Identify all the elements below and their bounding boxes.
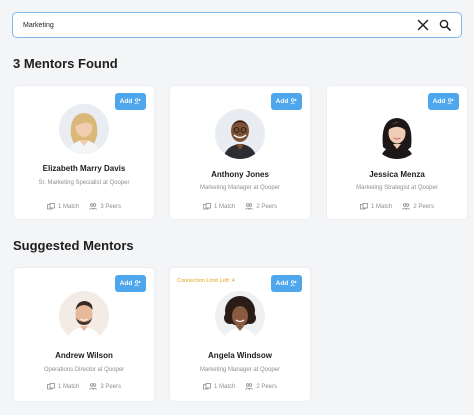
mentor-stats: 1 Match 3 Peers [14,383,154,390]
mentor-stats: 1 Match 2 Peers [170,203,310,210]
add-button-label: Add [119,98,133,105]
match-count: 1 Match [360,203,392,210]
peers-icon [89,203,98,210]
avatar [59,291,109,341]
add-user-icon [134,280,141,287]
mentor-role: Marketing Manager at Qooper [199,185,281,191]
match-label: 1 Match [213,383,236,390]
mentor-stats: 1 Match 2 Peers [327,203,467,210]
add-mentor-button[interactable]: Add [271,275,302,292]
match-icon [47,203,55,210]
avatar [215,291,265,341]
match-icon [203,383,211,390]
avatar [59,104,109,154]
match-icon [203,203,211,210]
avatar [215,109,265,159]
peers-icon [89,383,98,390]
add-user-icon [290,98,297,105]
search-button[interactable] [437,17,453,33]
peers-label: 3 Peers [100,203,122,210]
mentor-role: Operations Director at Qooper [43,367,125,373]
match-count: 1 Match [47,383,79,390]
peers-count: 2 Peers [245,203,277,210]
match-count: 1 Match [47,203,79,210]
mentor-card[interactable]: Add Jessica Menza Marketing Strategist a… [327,86,467,219]
peers-label: 2 Peers [256,383,278,390]
mentor-role: Marketing Manager at Qooper [199,367,281,373]
add-button-label: Add [275,280,289,287]
mentor-role: Sr. Marketing Specialist at Qooper [38,180,130,186]
add-user-icon [290,280,297,287]
mentor-role: Marketing Strategist at Qooper [356,185,438,191]
match-count: 1 Match [203,383,235,390]
peers-label: 2 Peers [413,203,435,210]
match-label: 1 Match [370,203,393,210]
add-mentor-button[interactable]: Add [115,275,146,292]
peers-icon [245,383,254,390]
mentor-name: Elizabeth Marry Davis [42,164,126,173]
peers-count: 3 Peers [89,203,121,210]
add-button-label: Add [119,280,133,287]
add-mentor-button[interactable]: Add [271,93,302,110]
peers-label: 3 Peers [100,383,122,390]
peers-count: 2 Peers [245,383,277,390]
search-input[interactable]: Marketing [21,22,409,29]
mentor-card[interactable]: Add Anthony Jones Marketing Manager at Q… [170,86,310,219]
add-button-label: Add [432,98,446,105]
close-icon [417,19,429,31]
mentor-stats: 1 Match 2 Peers [170,383,310,390]
mentor-name: Andrew Wilson [55,351,113,360]
mentor-name: Anthony Jones [211,170,269,179]
peers-count: 2 Peers [402,203,434,210]
mentor-card[interactable]: Add Andrew Wilson Operations Director at… [14,268,154,401]
mentor-stats: 1 Match 3 Peers [14,203,154,210]
connection-limit-notice: Connection Limit Left: 4 [177,278,235,284]
add-mentor-button[interactable]: Add [115,93,146,110]
match-count: 1 Match [203,203,235,210]
match-label: 1 Match [57,383,80,390]
add-user-icon [134,98,141,105]
mentor-card[interactable]: Connection Limit Left: 4 Add Angela Wind… [170,268,310,401]
match-icon [47,383,55,390]
match-icon [360,203,368,210]
clear-search-button[interactable] [415,17,431,33]
search-bar[interactable]: Marketing [12,12,462,38]
add-button-label: Add [275,98,289,105]
suggested-mentors-heading: Suggested Mentors [13,238,134,253]
peers-icon [402,203,411,210]
add-user-icon [447,98,454,105]
mentor-name: Angela Windsow [208,351,272,360]
avatar [372,109,422,159]
peers-label: 2 Peers [256,203,278,210]
mentor-card[interactable]: Add Elizabeth Marry Davis Sr. Marketing … [14,86,154,219]
peers-count: 3 Peers [89,383,121,390]
mentor-name: Jessica Menza [369,170,425,179]
add-mentor-button[interactable]: Add [428,93,459,110]
match-label: 1 Match [57,203,80,210]
search-icon [439,19,451,31]
match-label: 1 Match [213,203,236,210]
mentors-found-heading: 3 Mentors Found [13,56,118,71]
peers-icon [245,203,254,210]
